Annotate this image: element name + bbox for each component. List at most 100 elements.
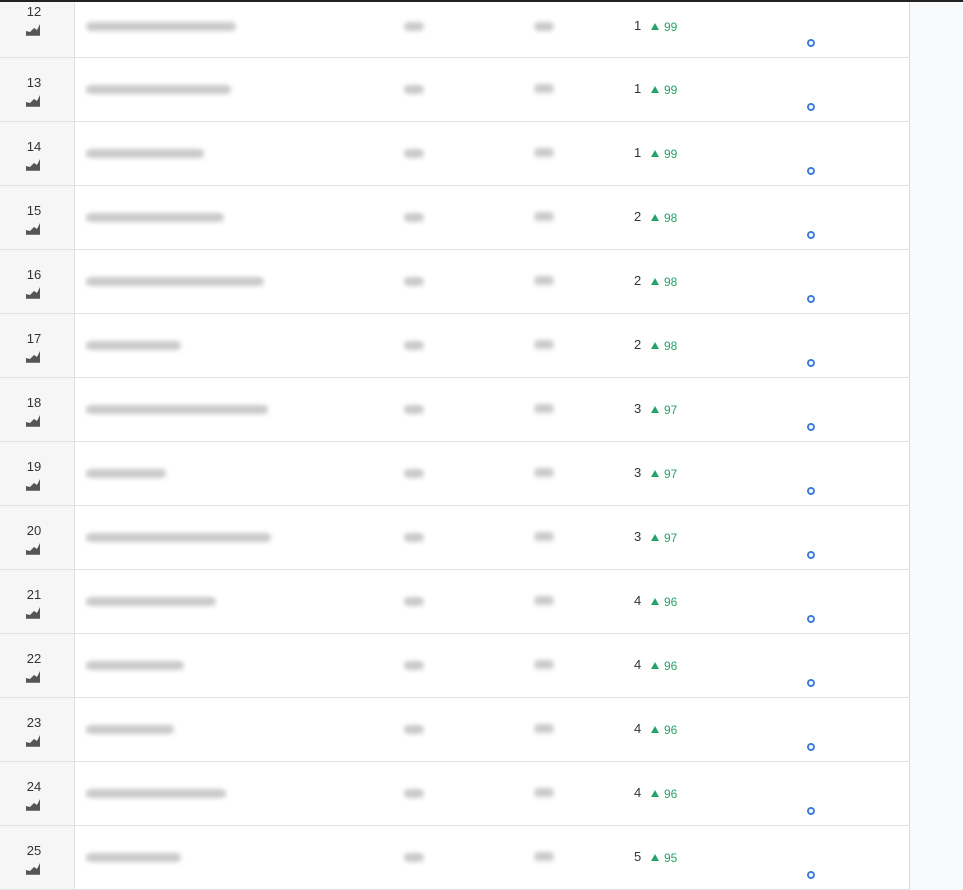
chart-area-icon[interactable] [25,861,41,875]
row-index-cell: 25 [0,826,75,889]
table-row[interactable]: 19 3 97 [0,442,909,506]
change-value: 96 [664,659,678,673]
table-row[interactable]: 24 4 96 [0,762,909,826]
chart-area-icon[interactable] [25,605,41,619]
keyword-blurred[interactable] [86,853,181,862]
row-index: 19 [26,459,42,474]
trend-up-icon [651,278,659,285]
metric-blurred [534,22,554,31]
metric-blurred [534,340,554,349]
row-index-cell: 24 [0,762,75,825]
chart-area-icon[interactable] [25,22,41,36]
metric-blurred [404,213,424,222]
change-badge: 97 [651,467,677,481]
change-value: 98 [664,275,678,289]
status-dot-icon[interactable] [807,103,815,111]
status-dot-icon[interactable] [807,871,815,879]
row-index-cell: 13 [0,58,75,121]
metric-blurred [534,596,554,605]
table-row[interactable]: 25 5 95 [0,826,909,890]
chart-area-icon[interactable] [25,477,41,491]
trend-up-icon [651,150,659,157]
status-dot-icon[interactable] [807,359,815,367]
keyword-blurred[interactable] [86,277,264,286]
status-dot-icon[interactable] [807,231,815,239]
keyword-blurred[interactable] [86,725,174,734]
chart-area-icon[interactable] [25,413,41,427]
status-dot-icon[interactable] [807,679,815,687]
keyword-blurred[interactable] [86,469,166,478]
keyword-blurred[interactable] [86,341,181,350]
change-value: 97 [664,467,678,481]
table-row[interactable]: 23 4 96 [0,698,909,762]
table-row[interactable]: 17 2 98 [0,314,909,378]
position-value: 2 [634,337,642,352]
chart-area-icon[interactable] [25,157,41,171]
table-row[interactable]: 21 4 96 [0,570,909,634]
keyword-blurred[interactable] [86,661,184,670]
keyword-blurred[interactable] [86,85,231,94]
chart-area-icon[interactable] [25,349,41,363]
trend-up-icon [651,790,659,797]
table-row[interactable]: 15 2 98 [0,186,909,250]
status-dot-icon[interactable] [807,167,815,175]
status-dot-icon[interactable] [807,807,815,815]
metric-blurred [404,725,424,734]
change-value: 97 [664,403,678,417]
chart-area-icon[interactable] [25,541,41,555]
keyword-blurred[interactable] [86,405,268,414]
table-row[interactable]: 13 1 99 [0,58,909,122]
metric-blurred [404,405,424,414]
status-dot-icon[interactable] [807,551,815,559]
table-row[interactable]: 22 4 96 [0,634,909,698]
row-index: 24 [26,779,42,794]
table-row[interactable]: 14 1 99 [0,122,909,186]
chart-area-icon[interactable] [25,733,41,747]
metric-blurred [534,276,554,285]
trend-up-icon [651,406,659,413]
status-dot-icon[interactable] [807,423,815,431]
chart-area-icon[interactable] [25,669,41,683]
keyword-blurred[interactable] [86,789,226,798]
table-row[interactable]: 18 3 97 [0,378,909,442]
position-value: 3 [634,401,642,416]
change-badge: 98 [651,211,677,225]
chart-area-icon[interactable] [25,797,41,811]
row-index: 16 [26,267,42,282]
position-value: 1 [634,18,642,33]
keyword-blurred[interactable] [86,597,216,606]
status-dot-icon[interactable] [807,615,815,623]
row-index: 18 [26,395,42,410]
metric-blurred [534,148,554,157]
change-badge: 96 [651,723,677,737]
metric-blurred [534,468,554,477]
row-index: 14 [26,139,42,154]
status-dot-icon[interactable] [807,39,815,47]
status-dot-icon[interactable] [807,487,815,495]
keyword-blurred[interactable] [86,149,204,158]
keyword-blurred[interactable] [86,533,271,542]
position-value: 4 [634,593,642,608]
chart-area-icon[interactable] [25,221,41,235]
keyword-blurred[interactable] [86,22,236,31]
status-dot-icon[interactable] [807,295,815,303]
change-value: 98 [664,339,678,353]
table-row[interactable]: 16 2 98 [0,250,909,314]
row-index-cell: 14 [0,122,75,185]
row-index-cell: 23 [0,698,75,761]
change-value: 98 [664,211,678,225]
chart-area-icon[interactable] [25,93,41,107]
change-badge: 98 [651,339,677,353]
metric-blurred [534,404,554,413]
status-dot-icon[interactable] [807,743,815,751]
table-row[interactable]: 12 1 99 [0,2,909,58]
chart-area-icon[interactable] [25,285,41,299]
keyword-table: 12 1 99 13 1 99 14 1 99 15 2 98 16 2 98 … [0,2,910,890]
trend-up-icon [651,342,659,349]
keyword-blurred[interactable] [86,213,224,222]
position-value: 3 [634,529,642,544]
row-index-cell: 17 [0,314,75,377]
change-value: 97 [664,531,678,545]
row-index-cell: 16 [0,250,75,313]
table-row[interactable]: 20 3 97 [0,506,909,570]
